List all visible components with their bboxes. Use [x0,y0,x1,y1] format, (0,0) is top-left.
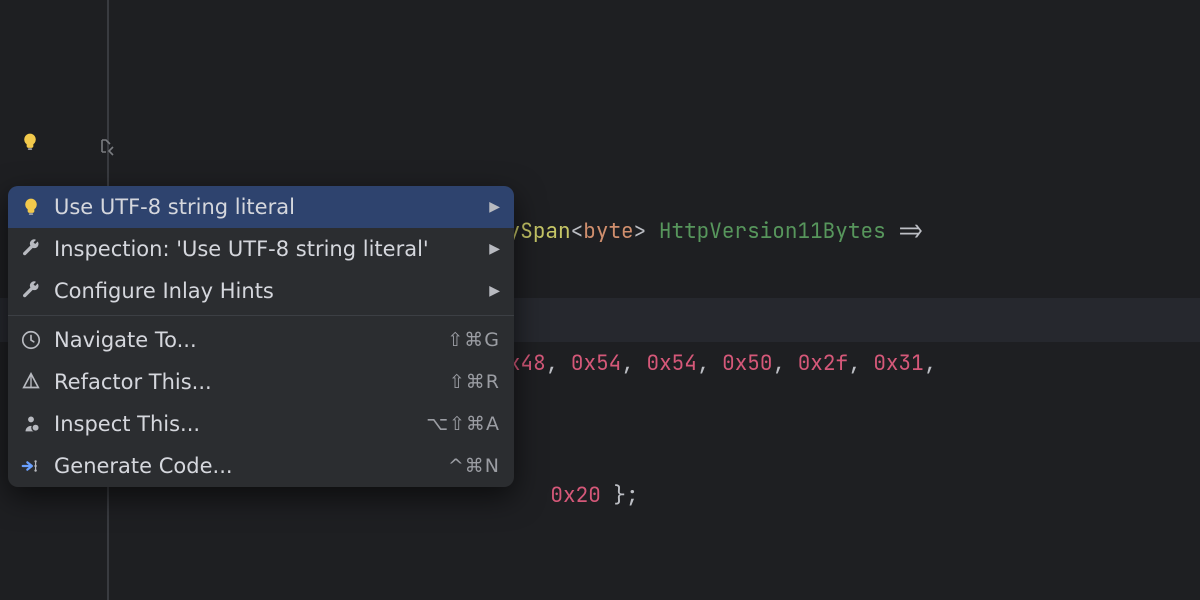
menu-item-shortcut: ⇧⌘G [447,329,500,351]
menu-item-label: Inspect This... [54,412,414,436]
fold-marker-icon[interactable] [99,138,117,161]
menu-item-shortcut: ^⌘N [448,455,500,477]
inspect-icon [20,413,42,435]
clock-icon [20,329,42,351]
menu-item-shortcut: ⌥⇧⌘A [426,413,500,435]
submenu-arrow-icon: ▶ [489,199,500,215]
submenu-arrow-icon: ▶ [489,241,500,257]
submenu-arrow-icon: ▶ [489,283,500,299]
menu-item-inspect-this[interactable]: Inspect This... ⌥⇧⌘A [8,403,514,445]
code-line[interactable] [0,562,1200,600]
menu-item-label: Inspection: 'Use UTF-8 string literal' [54,237,471,261]
menu-item-configure-inlay-hints[interactable]: Configure Inlay Hints ▶ [8,270,514,312]
menu-item-navigate-to[interactable]: Navigate To... ⇧⌘G [8,319,514,361]
menu-item-refactor-this[interactable]: Refactor This... ⇧⌘R [8,361,514,403]
menu-item-inspection[interactable]: Inspection: 'Use UTF-8 string literal' ▶ [8,228,514,270]
wrench-icon [20,238,42,260]
keyword: byte [583,218,633,245]
generate-icon [20,455,42,477]
refactor-icon [20,371,42,393]
menu-item-use-utf8-literal[interactable]: Use UTF-8 string literal ▶ [8,186,514,228]
menu-separator [8,315,514,316]
lightbulb-icon[interactable] [20,132,46,158]
menu-item-generate-code[interactable]: Generate Code... ^⌘N [8,445,514,487]
intention-actions-popup: Use UTF-8 string literal ▶ Inspection: '… [8,186,514,487]
menu-item-label: Use UTF-8 string literal [54,195,471,219]
menu-item-label: Refactor This... [54,370,437,394]
lightbulb-icon [20,196,42,218]
arrow: => [898,218,923,245]
menu-item-label: Navigate To... [54,328,435,352]
identifier: HttpVersion11Bytes [659,218,886,245]
menu-item-label: Configure Inlay Hints [54,279,471,303]
wrench-icon [20,280,42,302]
menu-item-shortcut: ⇧⌘R [449,371,500,393]
menu-item-label: Generate Code... [54,454,436,478]
